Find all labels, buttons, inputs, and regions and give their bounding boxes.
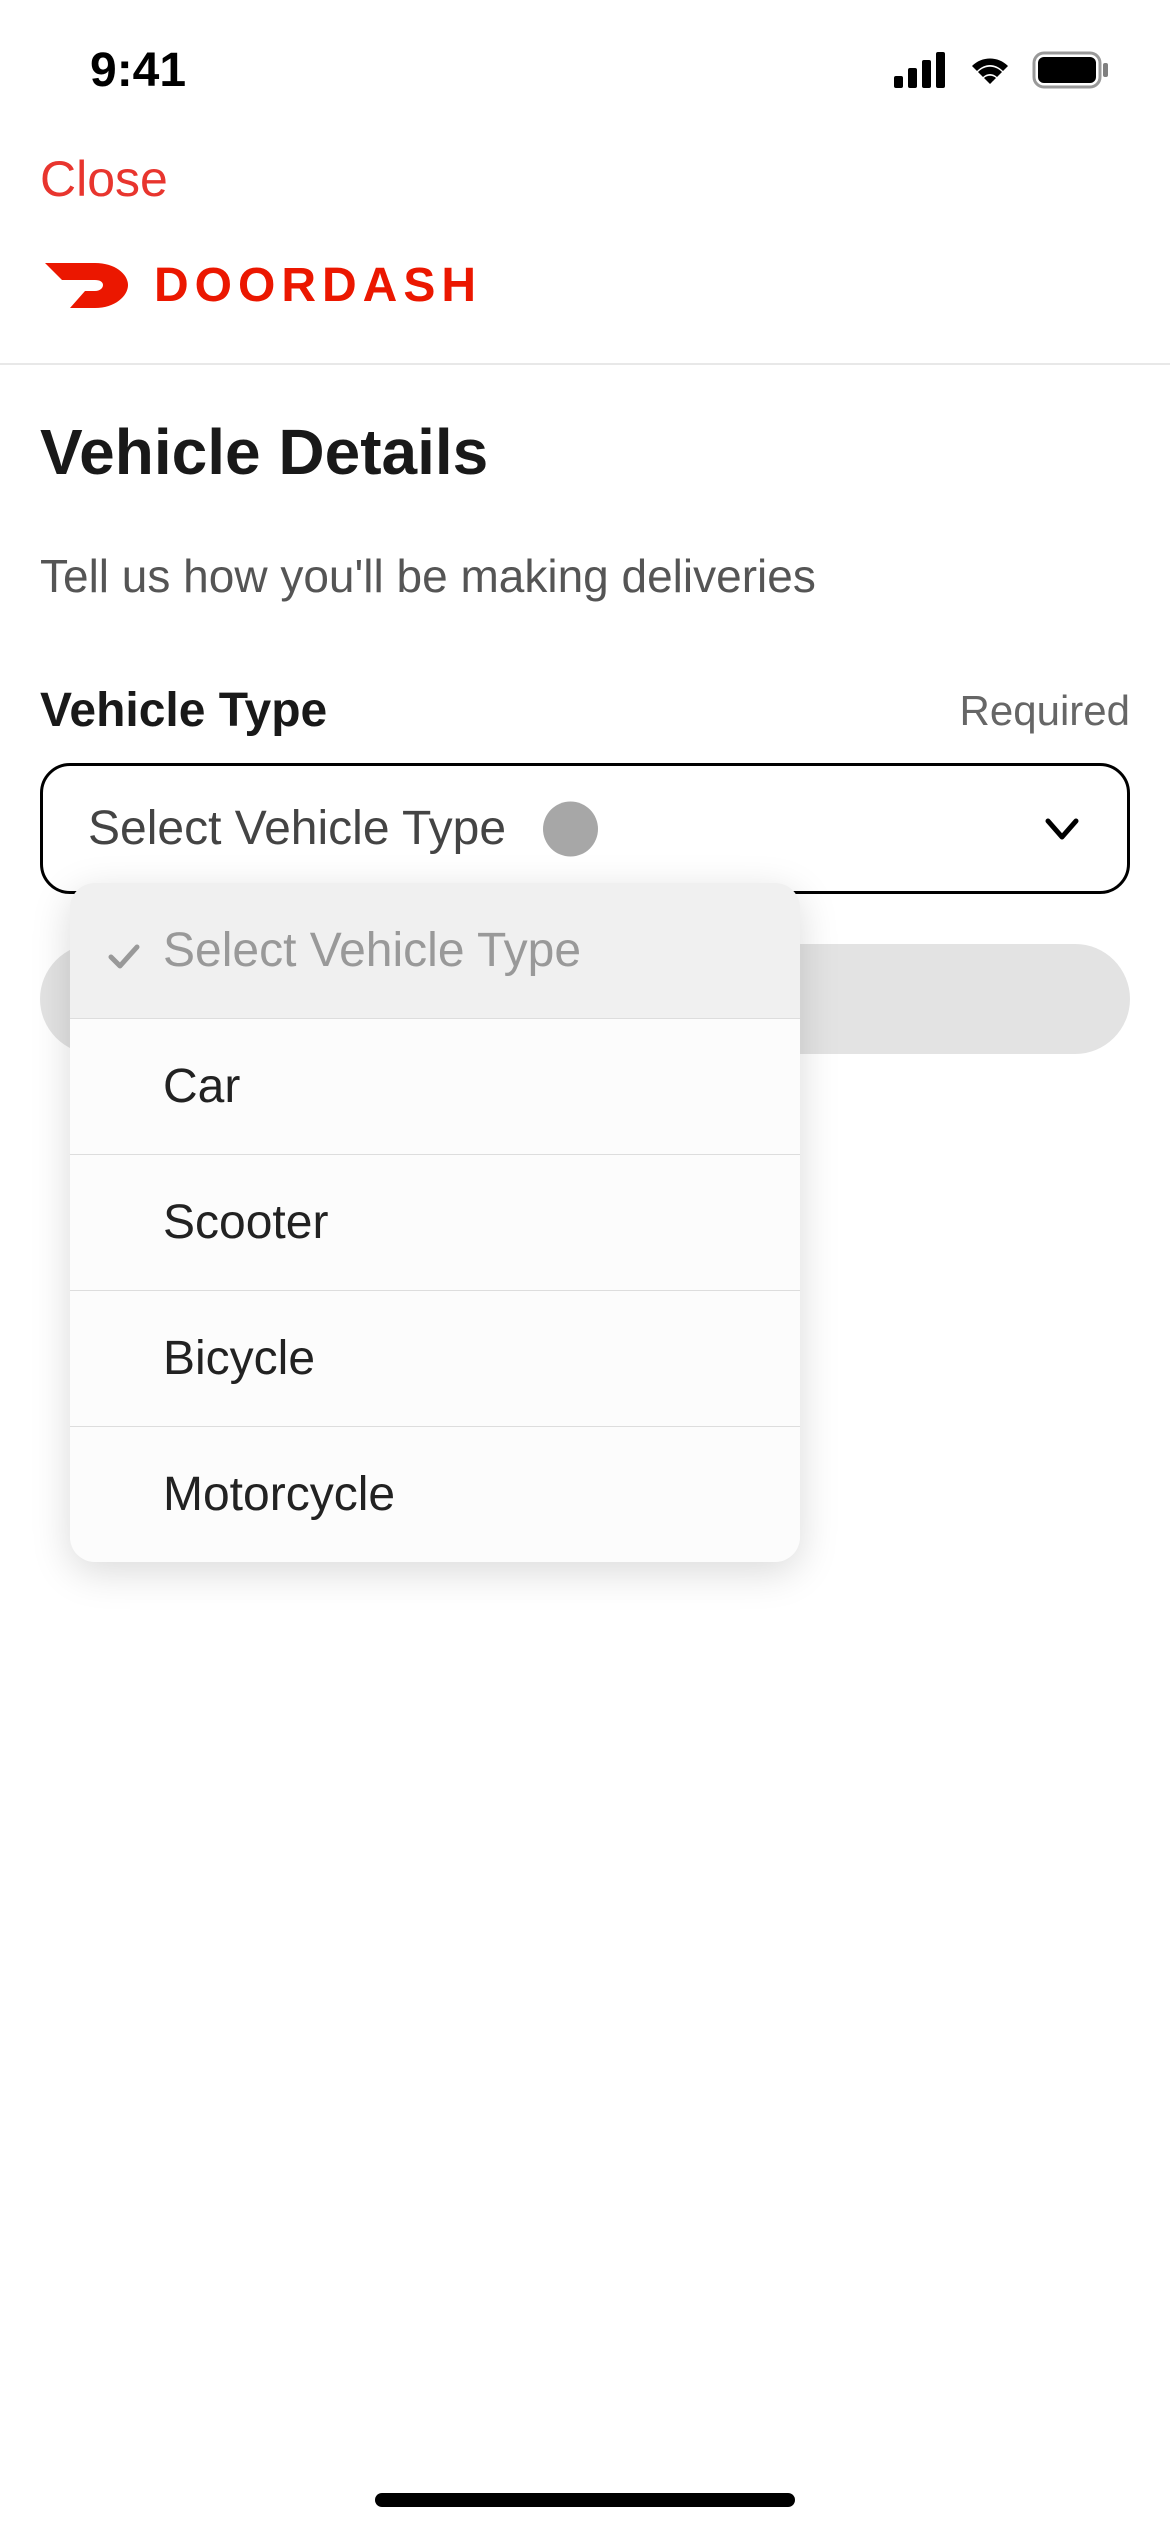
status-time: 9:41	[90, 43, 186, 98]
dropdown-option-bicycle[interactable]: Bicycle	[70, 1291, 800, 1427]
doordash-logo-icon	[40, 258, 130, 313]
home-indicator[interactable]	[375, 2493, 795, 2507]
field-header: Vehicle Type Required	[40, 683, 1130, 738]
field-required-label: Required	[960, 687, 1130, 735]
chevron-down-icon	[1042, 809, 1082, 849]
checkmark-icon	[105, 932, 143, 970]
touch-indicator	[543, 801, 598, 856]
close-button[interactable]: Close	[40, 150, 168, 208]
logo-section: DOORDASH	[0, 258, 1170, 363]
status-bar: 9:41	[0, 0, 1170, 130]
dropdown-option-placeholder[interactable]: Select Vehicle Type	[70, 883, 800, 1019]
wifi-icon	[966, 52, 1014, 88]
battery-icon	[1032, 51, 1110, 89]
logo-text: DOORDASH	[154, 258, 482, 313]
field-label: Vehicle Type	[40, 683, 327, 738]
main-content: Vehicle Details Tell us how you'll be ma…	[0, 365, 1170, 1109]
dropdown-container: Select Vehicle Type Select Vehicle Type	[40, 763, 1130, 1059]
option-label: Select Vehicle Type	[163, 923, 581, 978]
dropdown-option-motorcycle[interactable]: Motorcycle	[70, 1427, 800, 1562]
vehicle-type-select[interactable]: Select Vehicle Type	[40, 763, 1130, 894]
select-placeholder: Select Vehicle Type	[88, 801, 506, 856]
option-label: Motorcycle	[163, 1467, 395, 1522]
page-subtitle: Tell us how you'll be making deliveries	[40, 549, 1130, 603]
dropdown-option-scooter[interactable]: Scooter	[70, 1155, 800, 1291]
cellular-signal-icon	[894, 52, 948, 88]
status-icons	[894, 51, 1110, 89]
page-title: Vehicle Details	[40, 415, 1130, 489]
dropdown-menu: Select Vehicle Type Car Scooter Bicycle …	[70, 883, 800, 1562]
header: Close	[0, 130, 1170, 258]
option-label: Car	[163, 1059, 240, 1114]
option-label: Scooter	[163, 1195, 328, 1250]
dropdown-option-car[interactable]: Car	[70, 1019, 800, 1155]
option-label: Bicycle	[163, 1331, 315, 1386]
